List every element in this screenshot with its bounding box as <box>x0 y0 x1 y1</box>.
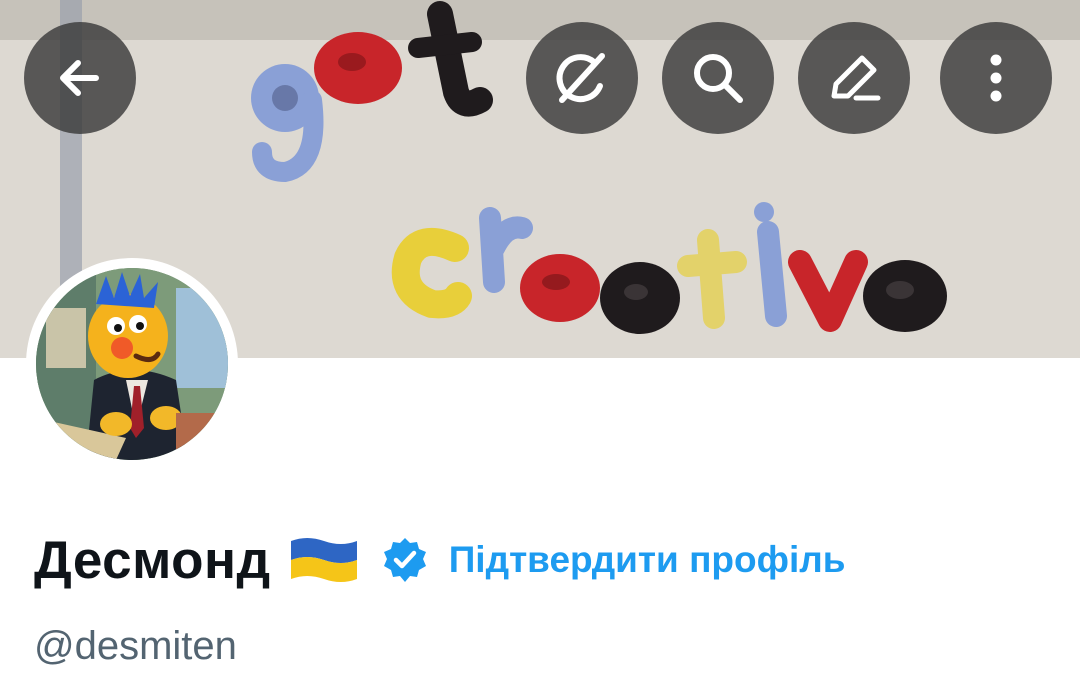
verified-badge-icon[interactable] <box>381 536 429 584</box>
display-name: Десмонд <box>34 530 271 590</box>
flag-ukraine-icon <box>290 538 357 582</box>
more-button[interactable] <box>940 22 1052 134</box>
muppet-avatar <box>36 268 228 460</box>
banner-letter-e <box>314 32 402 104</box>
verify-profile-link[interactable]: Підтвердити профіль <box>449 539 846 581</box>
search-button[interactable] <box>662 22 774 134</box>
pencil-icon <box>831 55 881 101</box>
more-vertical-icon <box>990 54 1002 102</box>
user-handle: @desmiten <box>34 624 237 668</box>
edit-button[interactable] <box>798 22 910 134</box>
grok-icon <box>556 53 605 103</box>
grok-button[interactable] <box>526 22 638 134</box>
search-icon <box>694 54 743 103</box>
back-button[interactable] <box>24 22 136 134</box>
arrow-left-icon <box>60 60 99 96</box>
avatar[interactable] <box>26 258 238 470</box>
profile-name-row: Десмонд Підтвердити профіль <box>34 520 846 600</box>
